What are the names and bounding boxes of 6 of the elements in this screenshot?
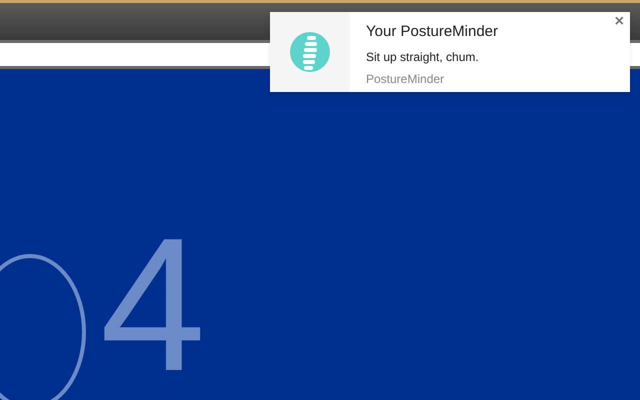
- big-number: 4: [100, 210, 206, 400]
- notification-title: Your PostureMinder: [366, 22, 498, 42]
- notification-message: Sit up straight, chum.: [366, 48, 479, 66]
- notification-source: PostureMinder: [366, 70, 444, 88]
- spine-icon: [290, 32, 330, 72]
- close-button[interactable]: ×: [614, 14, 624, 30]
